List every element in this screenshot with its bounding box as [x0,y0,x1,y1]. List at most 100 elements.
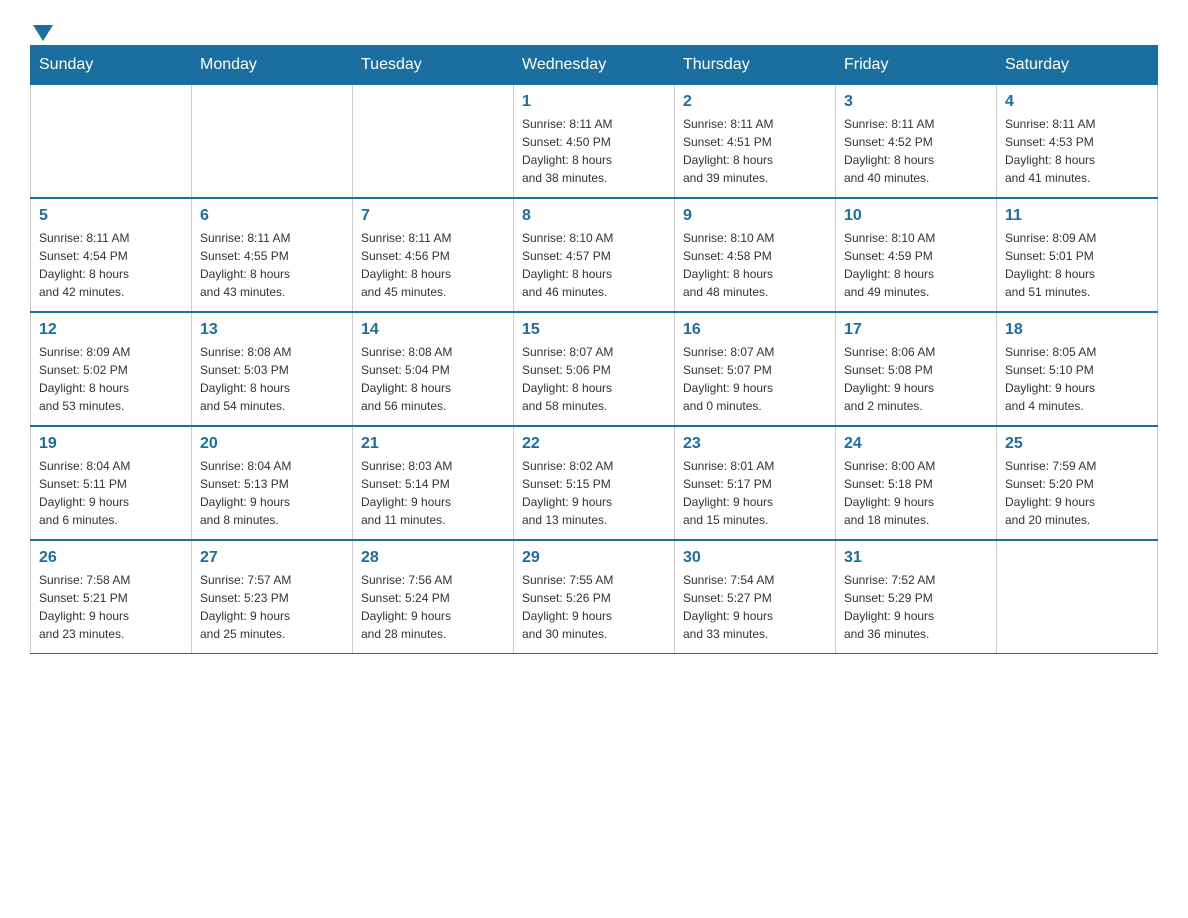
day-number: 21 [361,435,505,453]
day-number: 14 [361,321,505,339]
day-info: Sunrise: 8:09 AM Sunset: 5:02 PM Dayligh… [39,343,183,415]
day-number: 11 [1005,207,1149,225]
day-info: Sunrise: 7:55 AM Sunset: 5:26 PM Dayligh… [522,571,666,643]
day-number: 4 [1005,93,1149,111]
day-info: Sunrise: 8:10 AM Sunset: 4:58 PM Dayligh… [683,229,827,301]
calendar-day-cell: 4 Sunrise: 8:11 AM Sunset: 4:53 PM Daylig… [997,85,1158,199]
calendar-day-cell: 27 Sunrise: 7:57 AM Sunset: 5:23 PM Dayli… [192,540,353,654]
calendar-day-cell: 29 Sunrise: 7:55 AM Sunset: 5:26 PM Dayli… [514,540,675,654]
day-number: 16 [683,321,827,339]
calendar-table: SundayMondayTuesdayWednesdayThursdayFrid… [30,45,1158,654]
calendar-day-cell: 20 Sunrise: 8:04 AM Sunset: 5:13 PM Dayli… [192,426,353,540]
day-info: Sunrise: 7:57 AM Sunset: 5:23 PM Dayligh… [200,571,344,643]
calendar-day-cell: 19Sunrise: 8:04 AM Sunset: 5:11 PM Dayli… [31,426,192,540]
day-info: Sunrise: 8:10 AM Sunset: 4:57 PM Dayligh… [522,229,666,301]
day-number: 6 [200,207,344,225]
calendar-day-cell: 25 Sunrise: 7:59 AM Sunset: 5:20 PM Dayli… [997,426,1158,540]
calendar-day-cell: 9Sunrise: 8:10 AM Sunset: 4:58 PM Daylig… [675,198,836,312]
day-of-week-header: Thursday [675,46,836,85]
day-number: 24 [844,435,988,453]
day-number: 17 [844,321,988,339]
calendar-week-row: 1 Sunrise: 8:11 AM Sunset: 4:50 PM Daylig… [31,85,1158,199]
calendar-day-cell: 23 Sunrise: 8:01 AM Sunset: 5:17 PM Dayli… [675,426,836,540]
calendar-day-cell: 21Sunrise: 8:03 AM Sunset: 5:14 PM Dayli… [353,426,514,540]
calendar-day-cell: 7 Sunrise: 8:11 AM Sunset: 4:56 PM Daylig… [353,198,514,312]
calendar-day-cell: 10 Sunrise: 8:10 AM Sunset: 4:59 PM Dayli… [836,198,997,312]
day-number: 26 [39,549,183,567]
day-of-week-header: Friday [836,46,997,85]
calendar-day-cell: 2 Sunrise: 8:11 AM Sunset: 4:51 PM Daylig… [675,85,836,199]
day-info: Sunrise: 8:05 AM Sunset: 5:10 PM Dayligh… [1005,343,1149,415]
day-info: Sunrise: 8:08 AM Sunset: 5:04 PM Dayligh… [361,343,505,415]
day-info: Sunrise: 8:11 AM Sunset: 4:53 PM Dayligh… [1005,115,1149,187]
calendar-day-cell: 5 Sunrise: 8:11 AM Sunset: 4:54 PM Daylig… [31,198,192,312]
day-number: 5 [39,207,183,225]
day-number: 25 [1005,435,1149,453]
day-info: Sunrise: 8:04 AM Sunset: 5:13 PM Dayligh… [200,457,344,529]
day-info: Sunrise: 7:54 AM Sunset: 5:27 PM Dayligh… [683,571,827,643]
calendar-day-cell: 1 Sunrise: 8:11 AM Sunset: 4:50 PM Daylig… [514,85,675,199]
day-number: 27 [200,549,344,567]
day-number: 20 [200,435,344,453]
day-number: 22 [522,435,666,453]
calendar-day-cell: 13Sunrise: 8:08 AM Sunset: 5:03 PM Dayli… [192,312,353,426]
day-of-week-header: Sunday [31,46,192,85]
day-info: Sunrise: 7:58 AM Sunset: 5:21 PM Dayligh… [39,571,183,643]
day-of-week-header: Monday [192,46,353,85]
logo-triangle-icon [33,25,53,41]
day-number: 13 [200,321,344,339]
day-info: Sunrise: 7:59 AM Sunset: 5:20 PM Dayligh… [1005,457,1149,529]
day-info: Sunrise: 8:10 AM Sunset: 4:59 PM Dayligh… [844,229,988,301]
day-info: Sunrise: 8:11 AM Sunset: 4:56 PM Dayligh… [361,229,505,301]
day-number: 18 [1005,321,1149,339]
day-number: 12 [39,321,183,339]
day-number: 1 [522,93,666,111]
day-info: Sunrise: 8:07 AM Sunset: 5:07 PM Dayligh… [683,343,827,415]
calendar-week-row: 26 Sunrise: 7:58 AM Sunset: 5:21 PM Dayli… [31,540,1158,654]
calendar-day-cell: 14 Sunrise: 8:08 AM Sunset: 5:04 PM Dayli… [353,312,514,426]
day-number: 10 [844,207,988,225]
day-info: Sunrise: 7:52 AM Sunset: 5:29 PM Dayligh… [844,571,988,643]
calendar-day-cell: 28 Sunrise: 7:56 AM Sunset: 5:24 PM Dayli… [353,540,514,654]
day-info: Sunrise: 8:01 AM Sunset: 5:17 PM Dayligh… [683,457,827,529]
day-number: 31 [844,549,988,567]
calendar-day-cell: 11Sunrise: 8:09 AM Sunset: 5:01 PM Dayli… [997,198,1158,312]
day-number: 19 [39,435,183,453]
calendar-day-cell: 30 Sunrise: 7:54 AM Sunset: 5:27 PM Dayli… [675,540,836,654]
day-number: 7 [361,207,505,225]
day-number: 30 [683,549,827,567]
day-info: Sunrise: 8:07 AM Sunset: 5:06 PM Dayligh… [522,343,666,415]
day-of-week-header: Tuesday [353,46,514,85]
calendar-day-cell: 31 Sunrise: 7:52 AM Sunset: 5:29 PM Dayli… [836,540,997,654]
day-number: 28 [361,549,505,567]
days-header-row: SundayMondayTuesdayWednesdayThursdayFrid… [31,46,1158,85]
calendar-day-cell: 6 Sunrise: 8:11 AM Sunset: 4:55 PM Daylig… [192,198,353,312]
calendar-day-cell: 16 Sunrise: 8:07 AM Sunset: 5:07 PM Dayli… [675,312,836,426]
day-info: Sunrise: 8:06 AM Sunset: 5:08 PM Dayligh… [844,343,988,415]
calendar-day-cell: 22 Sunrise: 8:02 AM Sunset: 5:15 PM Dayli… [514,426,675,540]
day-info: Sunrise: 7:56 AM Sunset: 5:24 PM Dayligh… [361,571,505,643]
calendar-week-row: 12 Sunrise: 8:09 AM Sunset: 5:02 PM Dayli… [31,312,1158,426]
calendar-day-cell [997,540,1158,654]
calendar-day-cell: 17 Sunrise: 8:06 AM Sunset: 5:08 PM Dayli… [836,312,997,426]
day-number: 29 [522,549,666,567]
calendar-day-cell: 24 Sunrise: 8:00 AM Sunset: 5:18 PM Dayli… [836,426,997,540]
day-number: 3 [844,93,988,111]
day-info: Sunrise: 8:02 AM Sunset: 5:15 PM Dayligh… [522,457,666,529]
calendar-day-cell [353,85,514,199]
day-number: 2 [683,93,827,111]
calendar-day-cell: 12 Sunrise: 8:09 AM Sunset: 5:02 PM Dayli… [31,312,192,426]
calendar-week-row: 5 Sunrise: 8:11 AM Sunset: 4:54 PM Daylig… [31,198,1158,312]
calendar-day-cell: 8Sunrise: 8:10 AM Sunset: 4:57 PM Daylig… [514,198,675,312]
day-info: Sunrise: 8:11 AM Sunset: 4:55 PM Dayligh… [200,229,344,301]
calendar-day-cell [31,85,192,199]
day-number: 23 [683,435,827,453]
calendar-day-cell [192,85,353,199]
day-info: Sunrise: 8:11 AM Sunset: 4:51 PM Dayligh… [683,115,827,187]
page-header [30,20,1158,35]
day-info: Sunrise: 8:00 AM Sunset: 5:18 PM Dayligh… [844,457,988,529]
calendar-week-row: 19Sunrise: 8:04 AM Sunset: 5:11 PM Dayli… [31,426,1158,540]
day-info: Sunrise: 8:11 AM Sunset: 4:50 PM Dayligh… [522,115,666,187]
day-info: Sunrise: 8:11 AM Sunset: 4:54 PM Dayligh… [39,229,183,301]
day-of-week-header: Saturday [997,46,1158,85]
